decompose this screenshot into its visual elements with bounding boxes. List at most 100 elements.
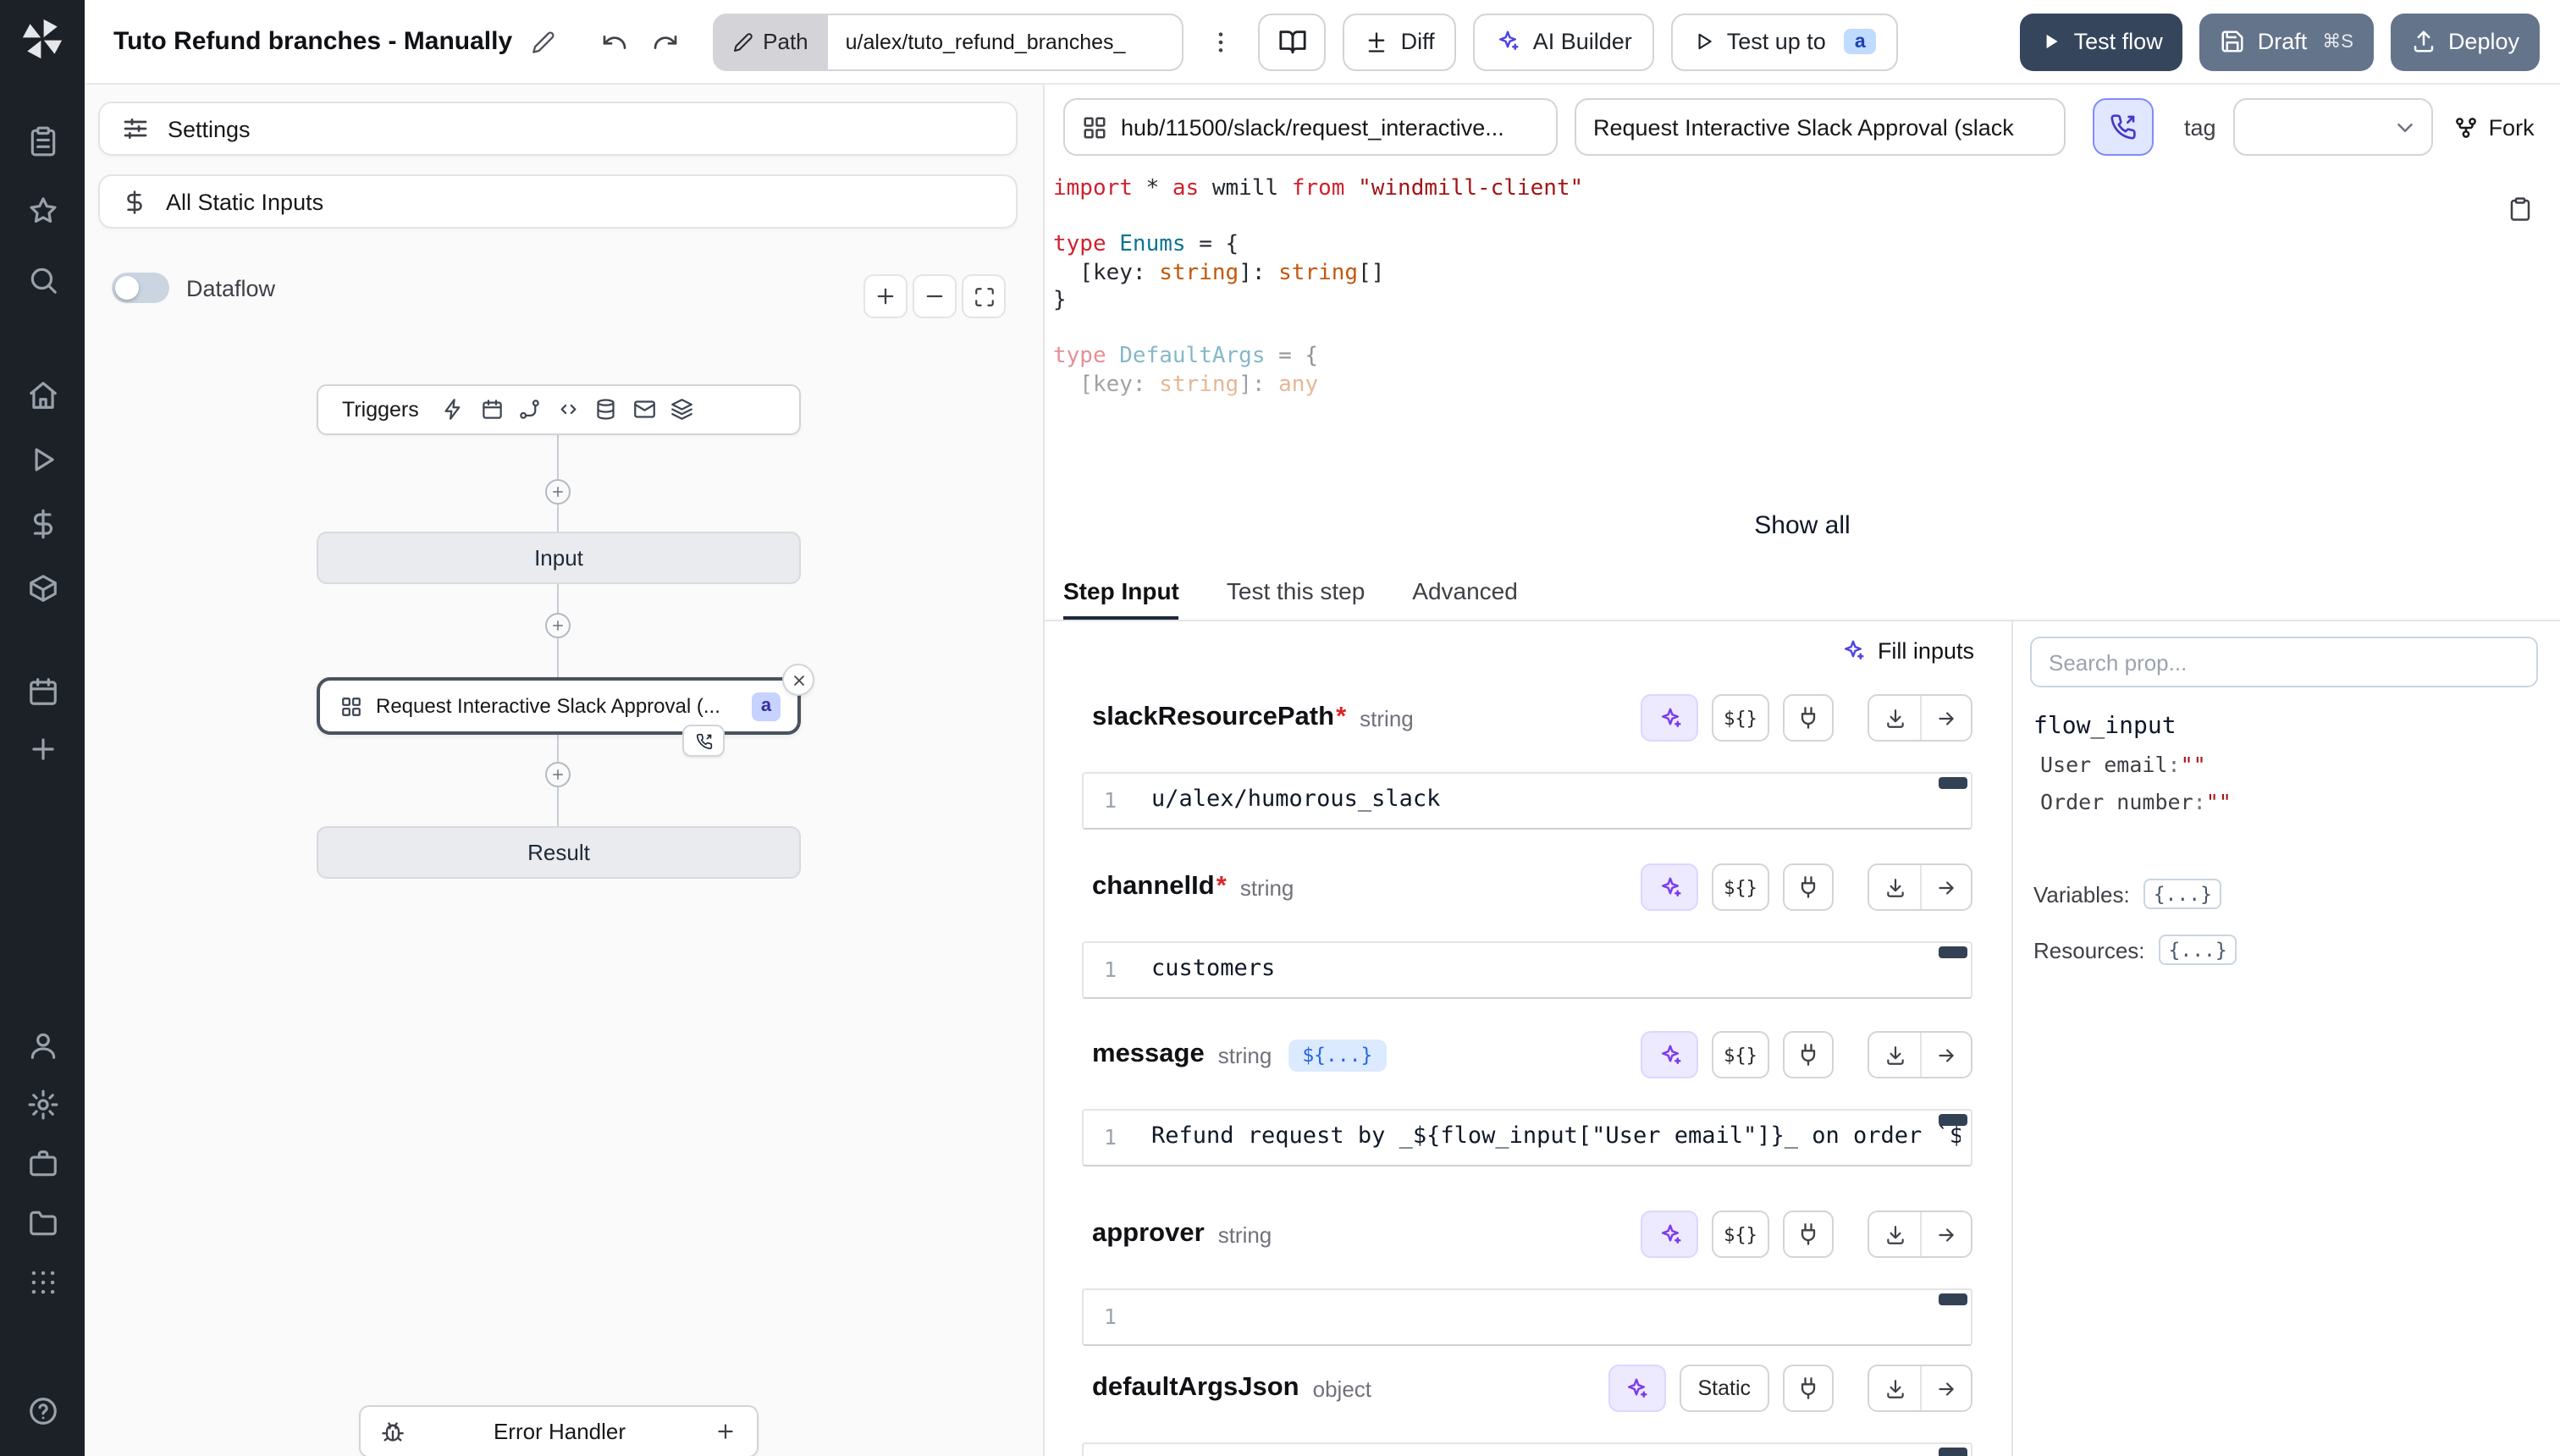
test-up-to-button[interactable]: Test up toa	[1671, 13, 1898, 70]
field-editor[interactable]: 1Refund request by _${flow_input["User e…	[1082, 1109, 1972, 1166]
email-trigger-icon[interactable]	[633, 399, 656, 422]
arrow-right-icon	[1935, 1044, 1957, 1066]
error-handler-node[interactable]: Error Handler	[359, 1405, 759, 1456]
variables-badge[interactable]: {...}	[2143, 879, 2222, 909]
plug-button[interactable]	[1783, 1365, 1834, 1412]
flow-input-root[interactable]: flow_input	[2033, 713, 2177, 740]
windmill-logo[interactable]	[19, 15, 66, 63]
sidebar-runs-button[interactable]	[14, 430, 71, 488]
ai-fill-button[interactable]	[1641, 694, 1698, 742]
add-step-button[interactable]	[545, 762, 571, 787]
field-editor[interactable]: 1u/alex/humorous_slack	[1082, 772, 1972, 830]
path-input[interactable]	[829, 13, 1184, 70]
expression-button[interactable]: ${}	[1712, 1211, 1769, 1258]
add-step-button[interactable]	[545, 479, 571, 505]
sidebar-apps-button[interactable]	[14, 1253, 71, 1310]
fork-button[interactable]: Fork	[2453, 114, 2535, 140]
field-editor[interactable]: 1customers	[1082, 941, 1972, 999]
expand-editor-button[interactable]	[1920, 1366, 1971, 1410]
prop-user-email[interactable]: User email : ""	[2040, 752, 2232, 777]
undo-button[interactable]	[590, 18, 637, 65]
ai-builder-button[interactable]: AI Builder	[1474, 13, 1654, 70]
queue-trigger-icon[interactable]	[671, 399, 694, 422]
plug-button[interactable]	[1783, 863, 1834, 911]
fill-inputs-button[interactable]: Fill inputs	[1840, 638, 1974, 664]
tab-advanced[interactable]: Advanced	[1412, 562, 1518, 620]
tab-step-input[interactable]: Step Input	[1063, 562, 1179, 620]
draft-button[interactable]: Draft⌘S	[2200, 13, 2374, 70]
expression-button[interactable]: ${}	[1712, 694, 1769, 742]
sidebar-expand-button[interactable]	[14, 1439, 71, 1456]
triggers-node[interactable]: Triggers	[317, 384, 801, 435]
bug-icon	[381, 1420, 405, 1443]
path-label-segment[interactable]: Path	[712, 13, 829, 70]
show-all-button[interactable]: Show all	[1730, 501, 1873, 550]
sidebar-account-button[interactable]	[14, 1016, 71, 1073]
add-step-button[interactable]	[545, 613, 571, 638]
prop-search-input[interactable]	[2030, 637, 2538, 687]
sidebar-folders-button[interactable]	[14, 1194, 71, 1251]
expand-editor-button[interactable]	[1920, 1212, 1971, 1256]
ai-fill-button[interactable]	[1641, 863, 1698, 911]
sidebar-workers-button[interactable]	[14, 1134, 71, 1192]
sidebar-home-button[interactable]	[14, 366, 71, 423]
error-handler-add-icon[interactable]	[714, 1420, 737, 1442]
sidebar-search-button[interactable]	[14, 251, 71, 308]
tag-select[interactable]	[2233, 98, 2433, 156]
plug-button[interactable]	[1783, 694, 1834, 742]
sidebar-resources-button[interactable]	[14, 559, 71, 616]
suspend-approval-button[interactable]	[2093, 98, 2154, 156]
summary-input[interactable]: Request Interactive Slack Approval (slac…	[1575, 98, 2066, 156]
expression-button[interactable]: ${}	[1712, 1031, 1769, 1078]
webhook-trigger-icon[interactable]	[443, 399, 466, 422]
remove-step-button[interactable]	[782, 664, 814, 696]
tab-test-this-step[interactable]: Test this step	[1227, 562, 1365, 620]
http-route-trigger-icon[interactable]	[519, 399, 542, 422]
code-editor[interactable]: import * as wmill from "windmill-client"…	[1045, 169, 2560, 400]
websocket-trigger-icon[interactable]	[557, 399, 580, 422]
slack-approval-step-node[interactable]: Request Interactive Slack Approval (... …	[317, 677, 801, 735]
sidebar-favorites-button[interactable]	[14, 181, 71, 239]
expand-editor-button[interactable]	[1920, 696, 1971, 740]
hub-path-input[interactable]: hub/11500/slack/request_interactive...	[1063, 98, 1558, 156]
resources-badge[interactable]: {...}	[2159, 935, 2237, 965]
more-options-button[interactable]	[1201, 18, 1242, 65]
docs-button[interactable]	[1259, 13, 1327, 70]
copy-code-button[interactable]	[2508, 196, 2533, 222]
prop-order-number[interactable]: Order number : ""	[2040, 789, 2232, 814]
schedule-trigger-icon[interactable]	[481, 399, 504, 422]
field-editor[interactable]: 1	[1082, 1442, 1972, 1456]
diff-button[interactable]: Diff	[1343, 13, 1457, 70]
insert-value-button[interactable]	[1869, 696, 1920, 740]
sidebar-variables-button[interactable]	[14, 494, 71, 552]
insert-value-button[interactable]	[1869, 1033, 1920, 1077]
book-icon	[1278, 27, 1307, 56]
ai-fill-button[interactable]	[1641, 1211, 1698, 1258]
plug-button[interactable]	[1783, 1031, 1834, 1078]
sidebar-help-button[interactable]	[14, 1382, 71, 1439]
ai-fill-button[interactable]	[1641, 1031, 1698, 1078]
static-toggle-button[interactable]: Static	[1679, 1365, 1769, 1412]
expand-editor-button[interactable]	[1920, 865, 1971, 909]
expand-editor-button[interactable]	[1920, 1033, 1971, 1077]
sidebar-flows-button[interactable]	[14, 112, 71, 169]
expression-button[interactable]: ${}	[1712, 863, 1769, 911]
ai-fill-button[interactable]	[1608, 1365, 1665, 1412]
field-editor[interactable]: 1	[1082, 1288, 1972, 1346]
result-node[interactable]: Result	[317, 826, 801, 879]
insert-value-button[interactable]	[1869, 865, 1920, 909]
edit-title-button[interactable]	[526, 25, 560, 58]
redo-button[interactable]	[641, 18, 688, 65]
deploy-button[interactable]: Deploy	[2391, 13, 2540, 70]
test-flow-button[interactable]: Test flow	[2020, 13, 2183, 70]
plug-button[interactable]	[1783, 1211, 1834, 1258]
sidebar-settings-button[interactable]	[14, 1075, 71, 1133]
input-node[interactable]: Input	[317, 532, 801, 584]
insert-value-button[interactable]	[1869, 1366, 1920, 1410]
insert-value-button[interactable]	[1869, 1212, 1920, 1256]
tag-label: tag	[2184, 114, 2216, 140]
required-asterisk: *	[1217, 872, 1227, 901]
sidebar-create-button[interactable]	[14, 720, 71, 777]
postgres-trigger-icon[interactable]	[595, 399, 618, 422]
sidebar-schedules-button[interactable]	[14, 662, 71, 720]
